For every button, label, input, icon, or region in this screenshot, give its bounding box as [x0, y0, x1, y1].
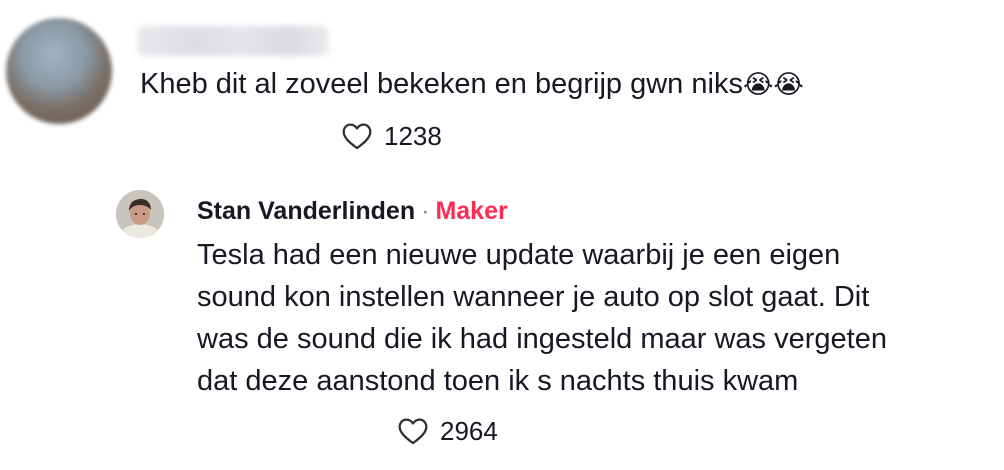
reply-text-line: dat deze aanstond toen ik s nachts thuis… [197, 365, 799, 397]
comment-like-button[interactable]: 1238 [340, 119, 442, 153]
heart-icon[interactable] [340, 119, 374, 153]
reply-like-button[interactable]: 2964 [396, 414, 498, 448]
person-avatar-icon [116, 190, 164, 238]
reply-text-line: sound kon instellen wanneer je auto op s… [197, 281, 870, 313]
reply-separator: · [421, 197, 430, 225]
reply-like-count: 2964 [440, 415, 498, 446]
reply-text: Tesla had een nieuwe update waarbij je e… [197, 234, 997, 402]
heart-icon[interactable] [396, 414, 430, 448]
commenter-avatar[interactable] [6, 18, 112, 124]
comment-text-body: Kheb dit al zoveel bekeken en begrijp gw… [140, 68, 743, 100]
creator-badge: Maker [435, 197, 508, 225]
comment-like-count: 1238 [384, 120, 442, 151]
reply-text-line: was de sound die ik had ingesteld maar w… [197, 323, 887, 355]
crying-emoji: 😭😭 [742, 70, 804, 100]
reply-author-name[interactable]: Stan Vanderlinden [197, 197, 415, 225]
reply-header: Stan Vanderlinden · Maker [197, 195, 508, 227]
commenter-name-blurred[interactable] [137, 26, 329, 56]
reply-text-line: Tesla had een nieuwe update waarbij je e… [197, 239, 841, 271]
reply-author-avatar[interactable] [116, 190, 164, 238]
comment-text: Kheb dit al zoveel bekeken en begrijp gw… [140, 64, 804, 105]
